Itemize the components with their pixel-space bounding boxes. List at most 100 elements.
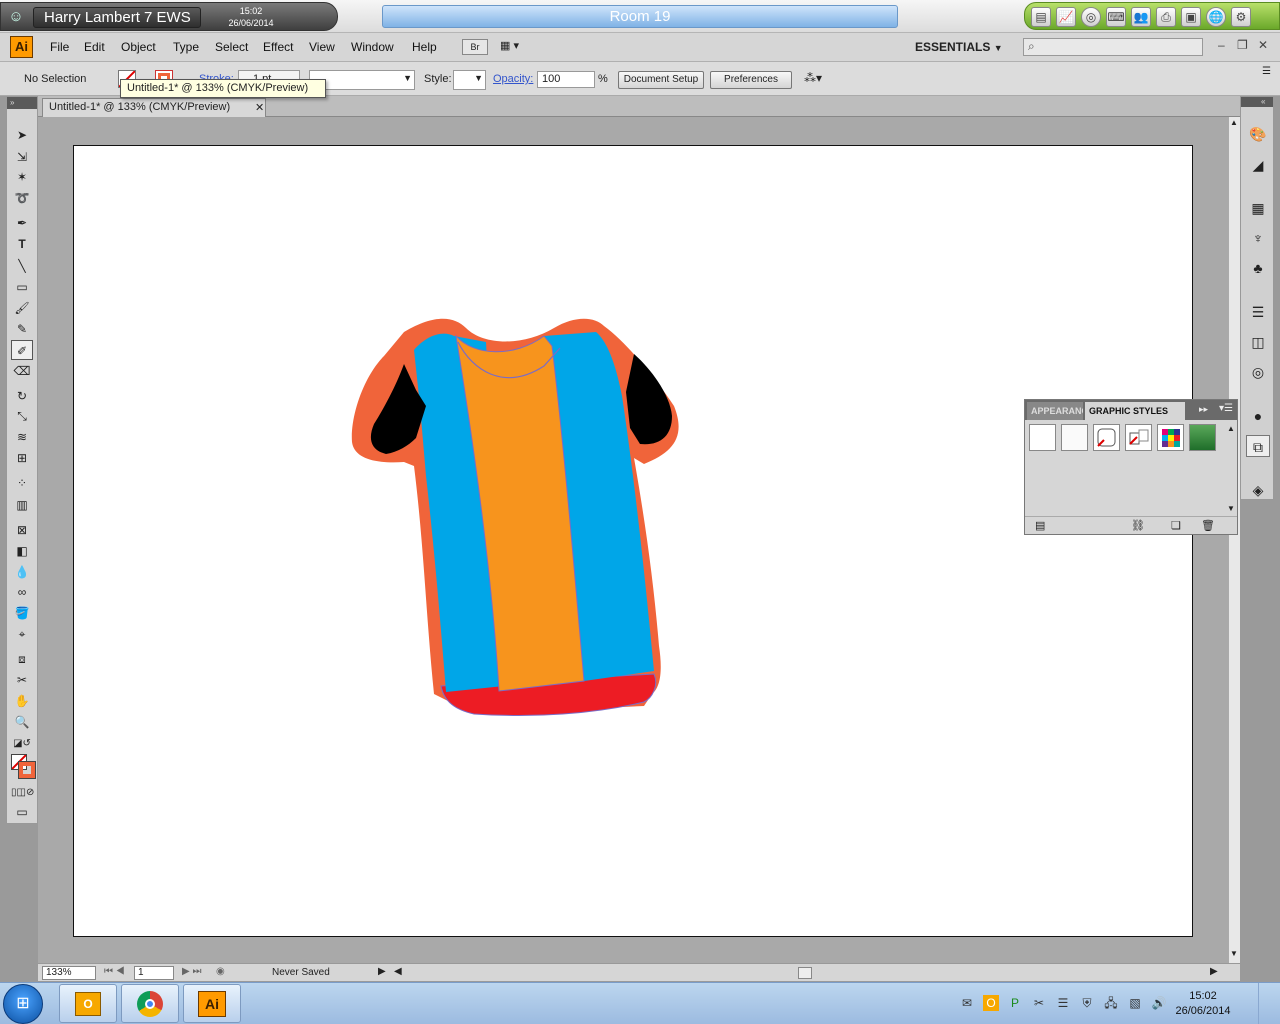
zoom-select[interactable]: 133% bbox=[42, 966, 96, 980]
restore-icon[interactable]: ❐ bbox=[1237, 38, 1248, 52]
opacity-input[interactable]: 100 bbox=[537, 71, 595, 88]
eraser-tool-icon[interactable]: ⌫ bbox=[11, 361, 33, 381]
rectangle-tool-icon[interactable]: ▭ bbox=[11, 277, 33, 297]
blend-tool-icon[interactable]: ∞ bbox=[11, 582, 33, 602]
style-swatch-green-gradient[interactable] bbox=[1189, 424, 1216, 451]
stroke-panel-icon[interactable]: ☰ bbox=[1246, 301, 1270, 323]
symbols-icon[interactable]: ♣ bbox=[1246, 257, 1270, 279]
menu-window[interactable]: Window bbox=[351, 40, 394, 54]
taskbar-outlook[interactable]: O bbox=[59, 984, 117, 1023]
close-icon[interactable]: ✕ bbox=[1258, 38, 1268, 52]
menu-edit[interactable]: Edit bbox=[84, 40, 105, 54]
tab-graphic-styles[interactable]: GRAPHIC STYLES bbox=[1085, 402, 1185, 420]
vertical-scrollbar[interactable]: ▲ ▼ bbox=[1228, 117, 1240, 963]
minimize-icon[interactable]: – bbox=[1218, 38, 1225, 52]
warp-tool-icon[interactable]: ≋ bbox=[11, 427, 33, 447]
scroll-up-icon[interactable]: ▲ bbox=[1230, 118, 1238, 127]
type-tool-icon[interactable]: T bbox=[11, 234, 33, 254]
menu-help[interactable]: Help bbox=[412, 40, 437, 54]
status-menu-icon[interactable]: ▶ bbox=[378, 966, 386, 977]
blob-brush-tool-icon[interactable]: ✐ bbox=[11, 340, 33, 360]
style-swatch-shadow[interactable] bbox=[1061, 424, 1088, 451]
tools-panel-header[interactable]: » bbox=[7, 97, 37, 109]
artboard[interactable] bbox=[73, 145, 1193, 937]
taskbar-clock[interactable]: 15:02 26/06/2014 bbox=[1168, 989, 1238, 1019]
break-link-icon[interactable]: ⛓ bbox=[1131, 519, 1145, 532]
free-transform-tool-icon[interactable]: ⊞ bbox=[11, 448, 33, 468]
panel-menu-icon[interactable]: ☰ bbox=[1262, 66, 1271, 77]
printer-icon[interactable]: ⎙ bbox=[1156, 7, 1176, 27]
panel-menu-icon[interactable]: ▾☰ bbox=[1219, 403, 1233, 414]
pencil-tool-icon[interactable]: ✎ bbox=[11, 319, 33, 339]
show-desktop-button[interactable] bbox=[1258, 983, 1280, 1024]
network-icon[interactable]: 🖧 bbox=[1103, 995, 1119, 1011]
appearance-panel-icon[interactable]: ● bbox=[1246, 405, 1270, 427]
symbol-sprayer-tool-icon[interactable]: ⁘ bbox=[11, 473, 33, 493]
taskbar-chrome[interactable] bbox=[121, 984, 179, 1023]
shirt-right-sleeve[interactable] bbox=[626, 354, 672, 445]
line-tool-icon[interactable]: ╲ bbox=[11, 256, 33, 276]
zoom-tool-icon[interactable]: 🔍 bbox=[11, 712, 33, 732]
users-icon[interactable]: 👥 bbox=[1131, 7, 1151, 27]
fill-stroke-indicator[interactable] bbox=[11, 754, 36, 779]
style-select[interactable]: ▼ bbox=[453, 70, 486, 90]
globe-icon[interactable]: 🌐 bbox=[1206, 7, 1226, 27]
opacity-label[interactable]: Opacity: bbox=[493, 73, 533, 85]
graphic-styles-panel-icon[interactable]: ⧉ bbox=[1246, 435, 1270, 457]
chart-icon[interactable]: 📈 bbox=[1056, 7, 1076, 27]
swatches-icon[interactable]: ▦ bbox=[1246, 197, 1270, 219]
preferences-button[interactable]: Preferences bbox=[710, 71, 792, 89]
live-paint-selection-tool-icon[interactable]: ⌖ bbox=[11, 624, 33, 644]
gradient-tool-icon[interactable]: ◧ bbox=[11, 541, 33, 561]
menu-object[interactable]: Object bbox=[121, 40, 156, 54]
selection-tool-icon[interactable]: ➤ bbox=[11, 125, 33, 145]
start-button[interactable]: ⊞ bbox=[3, 984, 43, 1024]
direct-selection-tool-icon[interactable]: ⇲ bbox=[11, 147, 33, 167]
page-last-icon[interactable]: ▶ ⏭ bbox=[182, 966, 201, 977]
scroll-up-icon[interactable]: ▲ bbox=[1227, 424, 1235, 433]
shield-icon[interactable]: ⛨ bbox=[1079, 995, 1095, 1011]
horizontal-scroll-thumb[interactable] bbox=[798, 967, 812, 979]
stroke-color-icon[interactable] bbox=[18, 761, 36, 779]
swap-fill-stroke-icon[interactable]: ◪↺ bbox=[11, 734, 33, 754]
page-select[interactable]: 1 bbox=[134, 966, 174, 980]
live-paint-tool-icon[interactable]: 🪣 bbox=[11, 603, 33, 623]
scroll-left-icon[interactable]: ◀ bbox=[394, 966, 402, 977]
brushes-icon[interactable]: ♆ bbox=[1246, 227, 1270, 249]
screen-mode-icon[interactable]: ▭ bbox=[11, 802, 33, 822]
style-swatch-double[interactable] bbox=[1125, 424, 1152, 451]
green-app-icon[interactable]: P bbox=[1007, 995, 1023, 1011]
style-swatch-mosaic[interactable] bbox=[1157, 424, 1184, 451]
arrange-documents-button[interactable]: ▦ ▾ bbox=[500, 39, 536, 55]
transparency-panel-icon[interactable]: ◎ bbox=[1246, 361, 1270, 383]
pen-tool-icon[interactable]: ✒ bbox=[11, 213, 33, 233]
scroll-down-icon[interactable]: ▼ bbox=[1227, 504, 1235, 513]
bridge-button[interactable]: Br bbox=[462, 39, 488, 55]
delete-style-icon[interactable]: 🗑 bbox=[1201, 519, 1215, 532]
eyedropper-tool-icon[interactable]: 💧 bbox=[11, 562, 33, 582]
menu-file[interactable]: File bbox=[50, 40, 69, 54]
mail-icon[interactable]: ✉ bbox=[959, 995, 975, 1011]
lasso-tool-icon[interactable]: ➰ bbox=[11, 188, 33, 208]
menu-select[interactable]: Select bbox=[215, 40, 248, 54]
document-tab[interactable]: Untitled-1* @ 133% (CMYK/Preview) ✕ bbox=[42, 98, 266, 117]
arrange-objects-icon[interactable]: ⁂▾ bbox=[804, 71, 830, 89]
canvas-area[interactable] bbox=[38, 117, 1228, 963]
list-icon[interactable]: ☰ bbox=[1055, 995, 1071, 1011]
search-input[interactable]: ⌕ bbox=[1023, 38, 1203, 56]
magic-wand-tool-icon[interactable]: ✶ bbox=[11, 167, 33, 187]
document-icon[interactable]: ▤ bbox=[1031, 7, 1051, 27]
rotate-tool-icon[interactable]: ↻ bbox=[11, 386, 33, 406]
slice-tool-icon[interactable]: ✂ bbox=[11, 670, 33, 690]
page-first-icon[interactable]: ⏮ ◀ bbox=[104, 966, 125, 977]
style-swatch-default[interactable] bbox=[1029, 424, 1056, 451]
tab-appearance[interactable]: APPEARANCE bbox=[1027, 402, 1083, 420]
scale-tool-icon[interactable]: ⤡ bbox=[11, 406, 33, 426]
menu-effect[interactable]: Effect bbox=[263, 40, 293, 54]
layers-panel-icon[interactable]: ◈ bbox=[1246, 479, 1270, 501]
color-mode-icons[interactable]: ▯◫⊘ bbox=[11, 783, 34, 803]
mesh-tool-icon[interactable]: ⊠ bbox=[11, 520, 33, 540]
style-swatch-rounded[interactable] bbox=[1093, 424, 1120, 451]
settings-icon[interactable]: ⚙ bbox=[1231, 7, 1251, 27]
window-icon[interactable]: ▣ bbox=[1181, 7, 1201, 27]
